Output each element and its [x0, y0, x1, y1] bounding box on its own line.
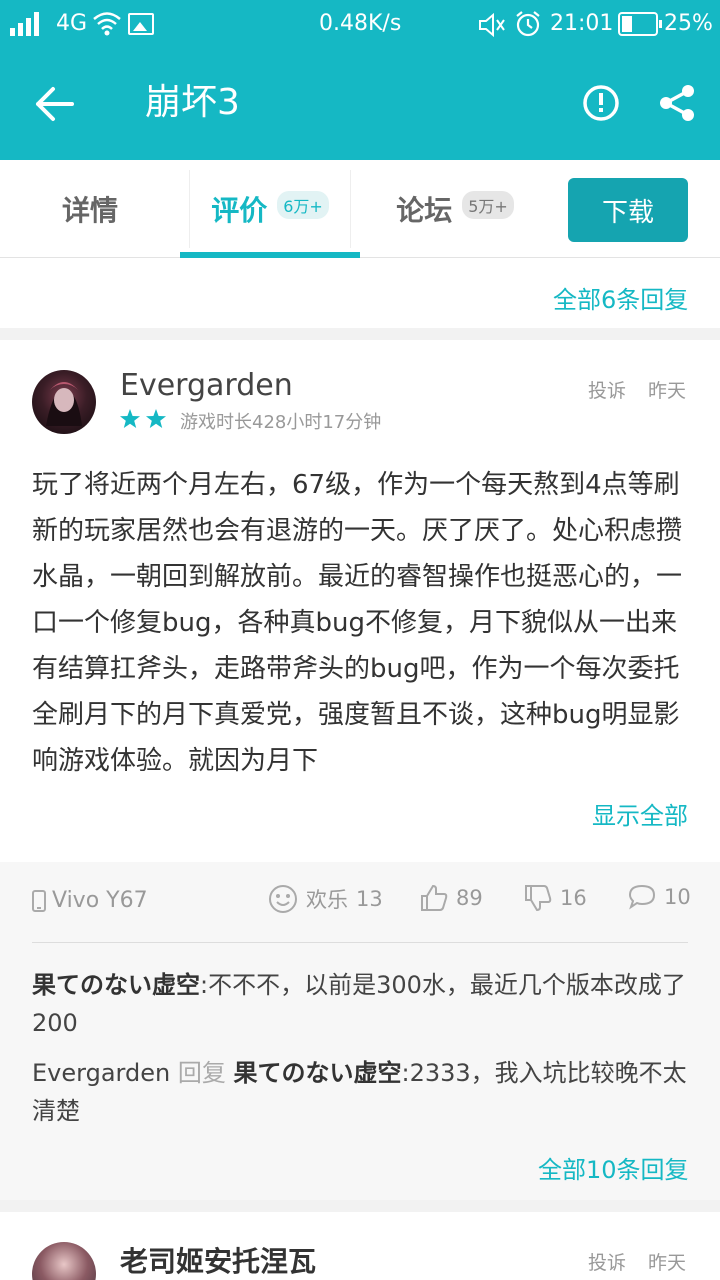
tab-forum[interactable]: 论坛 5万+ — [360, 160, 550, 258]
tab-count-badge: 6万+ — [277, 191, 329, 219]
star-icon — [146, 409, 166, 428]
phone-icon — [32, 889, 46, 912]
reply-separator: : — [200, 971, 209, 999]
review-footer: Vivo Y67 欢乐 13 89 16 10 果てのない虚空:不不不，以前是3… — [0, 862, 720, 1200]
battery-percent: 25% — [664, 11, 713, 36]
app-bar: 崩坏3 — [0, 48, 720, 160]
wifi-icon — [93, 12, 121, 36]
reaction-button[interactable]: 欢乐 13 — [268, 884, 383, 914]
report-alert-icon[interactable] — [578, 78, 624, 128]
avatar[interactable] — [32, 370, 96, 434]
reaction-label: 欢乐 — [306, 888, 348, 912]
signal-icon — [10, 10, 48, 36]
review-card-previous: 全部6条回复 — [0, 258, 720, 328]
play-time: 游戏时长428小时17分钟 — [180, 412, 382, 433]
reply-word: 回复 — [177, 1059, 226, 1087]
review-text: 玩了将近两个月左右，67级，作为一个每天熬到4点等刷新的玩家居然也会有退游的一天… — [32, 470, 683, 776]
top-bar: 4G 0.48K/s 21:01 25% 崩坏3 — [0, 0, 720, 160]
review-date: 昨天 — [648, 380, 687, 402]
tab-count-badge: 5万+ — [462, 191, 514, 219]
all-replies-link[interactable]: 全部6条回复 — [553, 280, 688, 315]
footer-divider — [32, 942, 688, 943]
comment-bubble-icon — [628, 884, 656, 910]
alarm-icon — [516, 11, 540, 37]
device-name: Vivo Y67 — [52, 888, 148, 913]
image-notification-icon — [128, 13, 154, 35]
report-link[interactable]: 投诉 — [588, 376, 626, 403]
reaction-count: 13 — [356, 887, 383, 911]
reply-author[interactable]: 果てのない虚空 — [32, 971, 200, 999]
review-date: 昨天 — [648, 1252, 687, 1274]
tab-reviews[interactable]: 评价 6万+ — [180, 160, 360, 258]
all-replies-link[interactable]: 全部10条回复 — [538, 1150, 689, 1185]
reviewer-name[interactable]: 老司姬安托涅瓦 — [120, 1240, 316, 1280]
comment-count: 10 — [664, 885, 691, 909]
report-link[interactable]: 投诉 — [588, 1248, 626, 1275]
battery-icon — [618, 12, 662, 36]
status-bar: 4G 0.48K/s 21:01 25% — [0, 0, 720, 48]
tab-label: 论坛 — [396, 194, 453, 227]
comment-button[interactable]: 10 — [628, 884, 691, 910]
page-title: 崩坏3 — [145, 82, 240, 123]
smile-icon — [269, 885, 297, 913]
network-type: 4G — [56, 11, 88, 36]
rating-stars — [120, 409, 166, 428]
like-count: 89 — [456, 886, 483, 910]
dislike-count: 16 — [560, 886, 587, 910]
dislike-button[interactable]: 16 — [524, 884, 587, 912]
reply-author[interactable]: Evergarden — [32, 1059, 170, 1087]
tab-divider — [350, 170, 351, 248]
show-all-link[interactable]: 显示全部 — [592, 796, 688, 831]
tab-label: 详情 — [61, 194, 118, 227]
review-card: Evergarden 投诉 昨天 游戏时长428小时17分钟 玩了将近两个月左右… — [0, 340, 720, 1200]
star-icon — [120, 409, 140, 428]
like-button[interactable]: 89 — [420, 884, 483, 912]
back-arrow-icon[interactable] — [22, 74, 86, 134]
reply-item[interactable]: Evergarden 回复 果てのない虚空:2333，我入坑比较晚不太清楚 — [32, 1054, 688, 1130]
reviewer-name[interactable]: Evergarden — [120, 368, 293, 403]
reply-item[interactable]: 果てのない虚空:不不不，以前是300水，最近几个版本改成了200 — [32, 966, 688, 1042]
thumbs-down-icon — [525, 885, 552, 912]
network-speed: 0.48K/s — [319, 11, 402, 36]
avatar[interactable] — [32, 1242, 96, 1280]
clock: 21:01 — [550, 11, 614, 36]
reply-target[interactable]: 果てのない虚空 — [233, 1059, 401, 1087]
reply-separator: : — [401, 1059, 410, 1087]
device-info: Vivo Y67 — [32, 888, 148, 913]
thumbs-up-icon — [421, 884, 448, 911]
tab-details[interactable]: 详情 — [0, 160, 180, 258]
download-button[interactable]: 下载 — [568, 178, 688, 242]
share-icon[interactable] — [652, 78, 702, 128]
tab-label: 评价 — [211, 194, 268, 227]
review-card-next: 老司姬安托涅瓦 投诉 昨天 — [0, 1212, 720, 1280]
mute-icon — [479, 12, 505, 38]
